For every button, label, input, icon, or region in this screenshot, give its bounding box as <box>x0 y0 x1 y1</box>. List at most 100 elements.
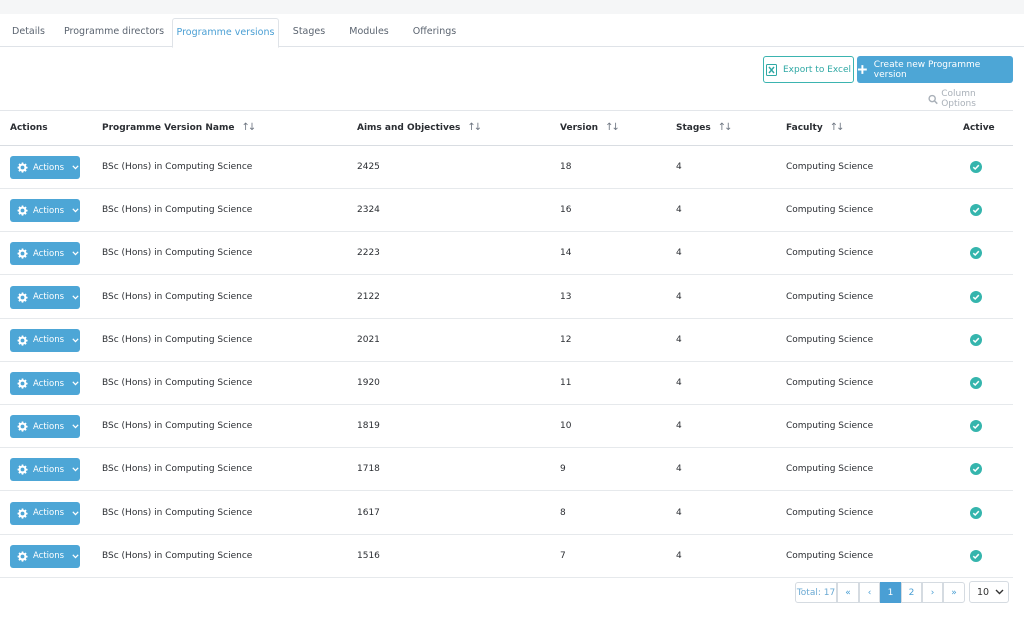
cell-version: 7 <box>560 550 566 561</box>
cell-faculty: Computing Science <box>786 464 874 475</box>
first-page-button[interactable]: « <box>837 582 859 603</box>
header-programme-version-name[interactable]: Programme Version Name ↑↓ <box>102 111 256 145</box>
chevron-down-icon <box>72 165 79 170</box>
excel-icon <box>765 63 777 76</box>
cell-programme-version-name: BSc (Hons) in Computing Science <box>102 464 253 475</box>
cell-aims-and-objectives: 1819 <box>357 421 380 432</box>
cell-programme-version-name: BSc (Hons) in Computing Science <box>102 550 253 561</box>
check-circle-icon <box>970 506 982 519</box>
last-page-button[interactable]: » <box>943 582 965 603</box>
row-actions-label: Actions <box>33 292 65 303</box>
tab-details[interactable]: Details <box>0 18 57 47</box>
row-actions-button[interactable]: Actions <box>10 156 80 179</box>
chevron-down-icon <box>72 424 79 429</box>
cell-faculty: Computing Science <box>786 421 874 432</box>
header-faculty[interactable]: Faculty ↑↓ <box>786 111 845 145</box>
header-version[interactable]: Version ↑↓ <box>560 111 620 145</box>
create-programme-version-button[interactable]: Create new Programme version <box>857 56 1013 83</box>
plus-icon <box>857 65 867 74</box>
cell-aims-and-objectives: 1920 <box>357 378 380 388</box>
prev-page-button[interactable]: ‹ <box>859 582 880 603</box>
chevron-down-icon <box>995 589 1004 595</box>
table-row: Actions BSc (Hons) in Computing Science … <box>0 535 1013 578</box>
check-circle-icon <box>970 204 982 217</box>
cell-version: 8 <box>560 507 566 518</box>
cell-faculty: Computing Science <box>786 291 874 302</box>
pagination-total: Total: 17 <box>795 582 837 603</box>
tab-modules[interactable]: Modules <box>337 18 401 47</box>
row-actions-button[interactable]: Actions <box>10 501 80 525</box>
check-circle-icon <box>970 549 982 562</box>
cell-stages: 4 <box>676 550 682 561</box>
cell-faculty: Computing Science <box>786 334 874 345</box>
check-circle-icon <box>970 463 982 476</box>
tab-offerings[interactable]: Offerings <box>401 18 468 47</box>
cell-faculty: Computing Science <box>786 507 874 518</box>
row-actions-label: Actions <box>33 205 65 216</box>
cell-version: 11 <box>560 378 572 388</box>
sort-arrows-icon[interactable]: ↑↓ <box>605 111 620 145</box>
page-size-select[interactable]: 10 <box>969 581 1009 603</box>
tab-programme-versions[interactable]: Programme versions <box>172 18 279 48</box>
header-stages[interactable]: Stages ↑↓ <box>676 111 733 145</box>
sort-arrows-icon[interactable]: ↑↓ <box>718 111 733 145</box>
cell-aims-and-objectives: 2021 <box>357 334 380 345</box>
sort-arrows-icon[interactable]: ↑↓ <box>241 111 256 145</box>
chevron-down-icon <box>72 467 79 472</box>
check-circle-icon <box>970 161 982 173</box>
row-actions-button[interactable]: Actions <box>10 458 80 482</box>
row-actions-button[interactable]: Actions <box>10 544 80 568</box>
column-options-button[interactable]: Column Options <box>928 89 1008 109</box>
tab-programme-directors[interactable]: Programme directors <box>57 18 171 47</box>
row-actions-label: Actions <box>33 248 65 259</box>
next-page-button[interactable]: › <box>922 582 943 603</box>
page-button-2[interactable]: 2 <box>901 582 922 603</box>
gear-icon <box>17 378 28 389</box>
cell-faculty: Computing Science <box>786 248 874 259</box>
cell-stages: 4 <box>676 507 682 518</box>
cell-version: 10 <box>560 421 572 432</box>
sort-arrows-icon[interactable]: ↑↓ <box>830 111 845 145</box>
row-actions-button[interactable]: Actions <box>10 415 80 439</box>
cell-programme-version-name: BSc (Hons) in Computing Science <box>102 334 253 345</box>
check-circle-icon <box>970 333 982 346</box>
gear-icon <box>17 335 28 346</box>
gear-icon <box>17 551 28 562</box>
page-size-value: 10 <box>977 586 990 598</box>
chevron-down-icon <box>72 251 79 256</box>
cell-programme-version-name: BSc (Hons) in Computing Science <box>102 291 253 302</box>
row-actions-label: Actions <box>33 162 65 173</box>
chevron-down-icon <box>72 381 79 386</box>
row-actions-button[interactable]: Actions <box>10 328 80 352</box>
table-header: Actions Programme Version Name ↑↓ Aims an… <box>0 110 1013 146</box>
tab-stages[interactable]: Stages <box>281 18 337 47</box>
row-actions-button[interactable]: Actions <box>10 199 80 223</box>
cell-programme-version-name: BSc (Hons) in Computing Science <box>102 507 253 518</box>
cell-stages: 4 <box>676 291 682 302</box>
cell-programme-version-name: BSc (Hons) in Computing Science <box>102 162 253 172</box>
cell-stages: 4 <box>676 378 682 388</box>
table-row: Actions BSc (Hons) in Computing Science … <box>0 405 1013 449</box>
cell-aims-and-objectives: 1516 <box>357 550 380 561</box>
export-to-excel-button[interactable]: Export to Excel <box>763 56 854 83</box>
row-actions-button[interactable]: Actions <box>10 372 80 395</box>
header-aims-and-objectives[interactable]: Aims and Objectives ↑↓ <box>357 111 482 145</box>
cell-stages: 4 <box>676 334 682 345</box>
row-actions-label: Actions <box>33 335 65 346</box>
cell-version: 16 <box>560 205 572 216</box>
cell-stages: 4 <box>676 421 682 432</box>
check-circle-icon <box>970 247 982 260</box>
sort-arrows-icon[interactable]: ↑↓ <box>467 111 482 145</box>
header-actions: Actions <box>10 123 48 133</box>
row-actions-label: Actions <box>33 378 65 389</box>
page-button-1[interactable]: 1 <box>880 582 901 603</box>
page-panel: Details Programme directors Programme ve… <box>0 14 1024 621</box>
row-actions-button[interactable]: Actions <box>10 242 80 266</box>
chevron-down-icon <box>72 208 79 213</box>
gear-icon <box>17 248 28 260</box>
gear-icon <box>17 162 28 173</box>
row-actions-label: Actions <box>33 551 65 562</box>
chevron-down-icon <box>72 510 79 516</box>
row-actions-button[interactable]: Actions <box>10 285 80 309</box>
cell-programme-version-name: BSc (Hons) in Computing Science <box>102 205 253 216</box>
